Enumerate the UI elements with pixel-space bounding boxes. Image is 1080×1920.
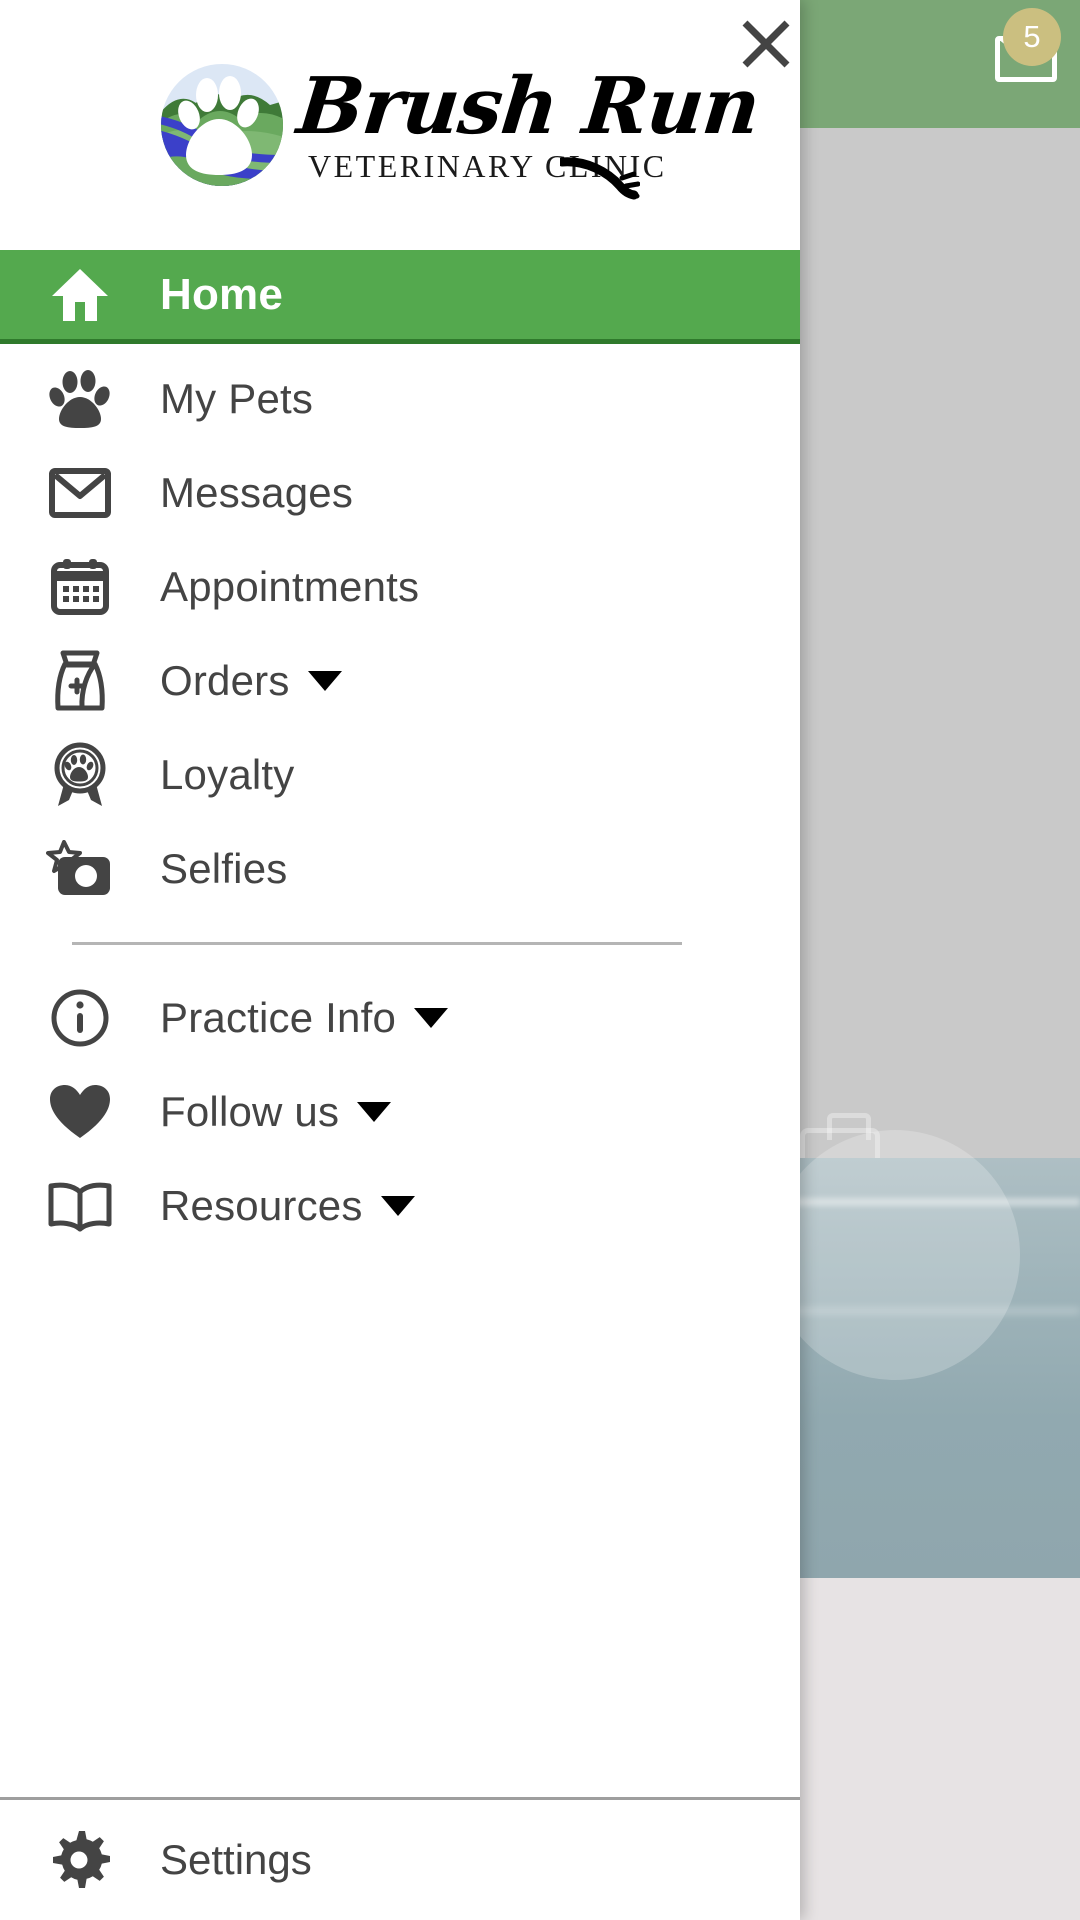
clinic-subtitle: VETERINARY CLINIC (308, 148, 667, 184)
sidebar-item-label: Loyalty (160, 751, 295, 798)
nav-divider (72, 942, 682, 945)
close-drawer-button[interactable] (730, 8, 802, 80)
heart-icon (0, 1083, 160, 1141)
app-screen: 5 Brush Run VETERINARY CLINIC Home My Pe… (0, 0, 1080, 1920)
calendar-icon (0, 557, 160, 617)
sidebar-item-label: Settings (160, 1836, 312, 1883)
sidebar-item-label: My Pets (160, 375, 314, 422)
gear-icon (0, 1830, 160, 1890)
sidebar-item-label: Practice Info (160, 994, 397, 1041)
sidebar-item-messages[interactable]: Messages (0, 446, 800, 540)
sidebar-item-settings[interactable]: Settings (0, 1800, 800, 1920)
envelope-icon (0, 468, 160, 518)
sidebar-item-my-pets[interactable]: My Pets (0, 352, 800, 446)
sidebar-item-selfies[interactable]: Selfies (0, 822, 800, 916)
info-circle-icon (0, 988, 160, 1048)
sidebar-item-label: Orders (160, 657, 290, 704)
sidebar-item-resources[interactable]: Resources (0, 1159, 800, 1253)
paw-landscape-logo-icon (160, 63, 284, 187)
home-icon (0, 266, 160, 324)
logo-wordmark: Brush Run VETERINARY CLINIC (293, 61, 763, 184)
chevron-down-icon[interactable] (414, 1008, 449, 1028)
sidebar-item-label: Messages (160, 469, 354, 516)
drawer-scrim[interactable] (800, 0, 1080, 1920)
tail-swoosh-icon (560, 157, 640, 200)
pet-food-bag-icon (0, 650, 160, 712)
chevron-down-icon[interactable] (307, 671, 342, 691)
sidebar-item-follow-us[interactable]: Follow us (0, 1065, 800, 1159)
navigation-drawer: Brush Run VETERINARY CLINIC Home My Pets… (0, 0, 800, 1920)
sidebar-item-orders[interactable]: Orders (0, 634, 800, 728)
nav-flex-spacer (0, 1253, 800, 1797)
sidebar-item-label: Resources (160, 1182, 363, 1229)
sidebar-item-practice-info[interactable]: Practice Info (0, 971, 800, 1065)
chevron-down-icon[interactable] (357, 1102, 392, 1122)
drawer-nav-list: Home My Pets Messages Appointments Order… (0, 250, 800, 1920)
sidebar-item-appointments[interactable]: Appointments (0, 540, 800, 634)
sidebar-item-label: Appointments (160, 563, 420, 610)
award-paw-icon (0, 742, 160, 808)
sidebar-item-loyalty[interactable]: Loyalty (0, 728, 800, 822)
sidebar-item-home[interactable]: Home (0, 250, 800, 344)
camera-star-icon (0, 840, 160, 898)
clinic-name: Brush Run (293, 61, 764, 152)
book-icon (0, 1180, 160, 1232)
sidebar-item-label: Selfies (160, 845, 288, 892)
drawer-logo-header: Brush Run VETERINARY CLINIC (0, 0, 800, 250)
close-icon (742, 20, 790, 68)
paw-icon (0, 369, 160, 429)
sidebar-item-label: Home (160, 269, 284, 319)
chevron-down-icon[interactable] (380, 1196, 415, 1216)
sidebar-item-label: Follow us (160, 1088, 340, 1135)
